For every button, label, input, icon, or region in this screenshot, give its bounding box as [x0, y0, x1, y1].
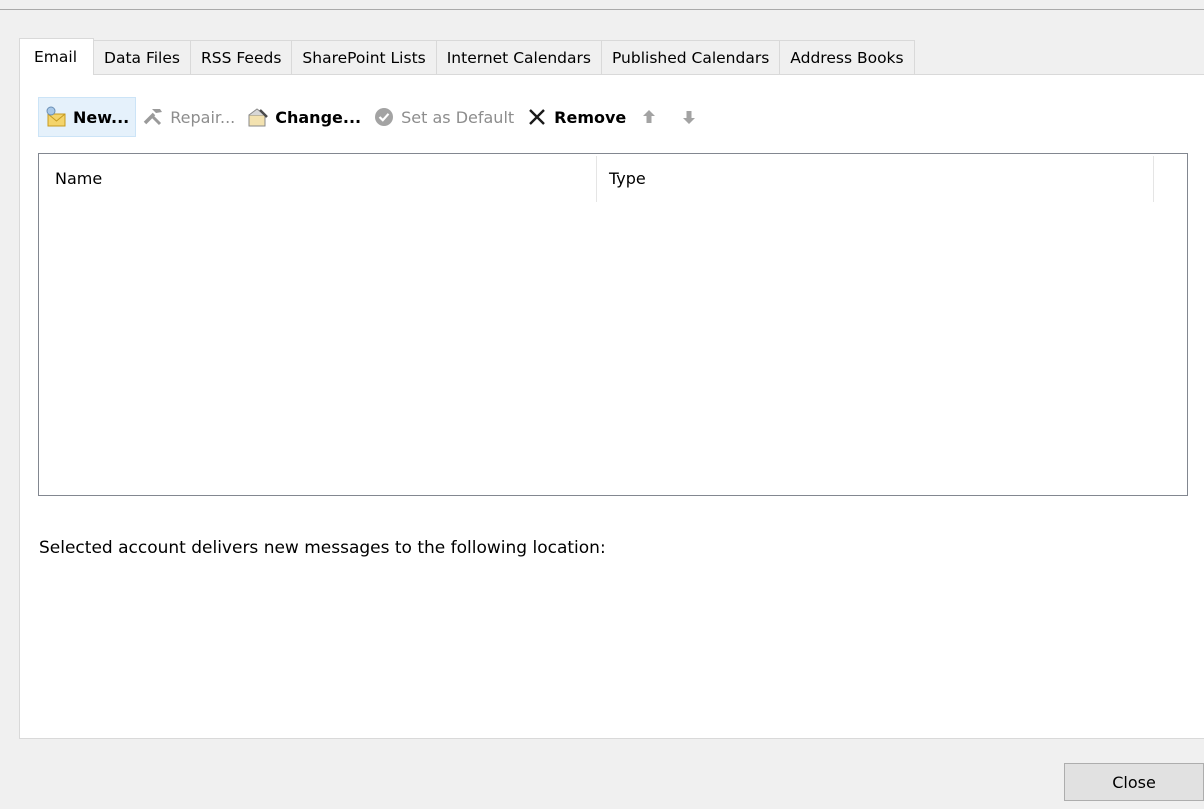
tab-email[interactable]: Email — [19, 38, 95, 75]
repair-tools-icon — [142, 106, 164, 128]
tab-rss-feeds[interactable]: RSS Feeds — [190, 40, 293, 75]
account-settings-tabs: Email Data Files RSS Feeds SharePoint Li… — [19, 38, 915, 75]
tab-address-books[interactable]: Address Books — [780, 40, 915, 75]
remove-button-label: Remove — [554, 107, 627, 127]
set-as-default-button-label: Set as Default — [401, 107, 515, 127]
tab-published-calendars[interactable]: Published Calendars — [601, 40, 781, 75]
delivery-location-note: Selected account delivers new messages t… — [39, 538, 606, 558]
new-button-label: New... — [73, 107, 130, 127]
tab-internet-calendars[interactable]: Internet Calendars — [436, 40, 602, 75]
close-button[interactable]: Close — [1064, 763, 1204, 801]
column-divider[interactable] — [596, 156, 597, 202]
new-button[interactable]: New... — [38, 97, 137, 137]
remove-button[interactable]: Remove — [520, 97, 632, 137]
arrow-down-icon — [678, 106, 700, 128]
column-divider[interactable] — [1153, 156, 1154, 202]
email-tab-panel: New... Repair... Change... Set as Defaul… — [19, 74, 1204, 739]
change-button[interactable]: Change... — [241, 97, 367, 137]
account-toolbar: New... Repair... Change... Set as Defaul… — [38, 96, 712, 138]
move-up-button[interactable] — [632, 97, 672, 137]
new-account-icon — [45, 106, 67, 128]
accounts-list[interactable]: Name Type — [38, 153, 1188, 496]
window-top-edge — [0, 9, 1204, 10]
repair-button-label: Repair... — [170, 107, 236, 127]
move-down-button[interactable] — [672, 97, 712, 137]
arrow-up-icon — [638, 106, 660, 128]
repair-button[interactable]: Repair... — [136, 97, 241, 137]
set-as-default-button[interactable]: Set as Default — [367, 97, 520, 137]
tab-data-files[interactable]: Data Files — [94, 40, 191, 75]
change-button-label: Change... — [275, 107, 362, 127]
change-account-icon — [247, 106, 269, 128]
column-header-name[interactable]: Name — [55, 154, 102, 202]
column-header-type[interactable]: Type — [609, 154, 646, 202]
tab-sharepoint-lists[interactable]: SharePoint Lists — [292, 40, 437, 75]
check-circle-icon — [373, 106, 395, 128]
remove-x-icon — [526, 106, 548, 128]
